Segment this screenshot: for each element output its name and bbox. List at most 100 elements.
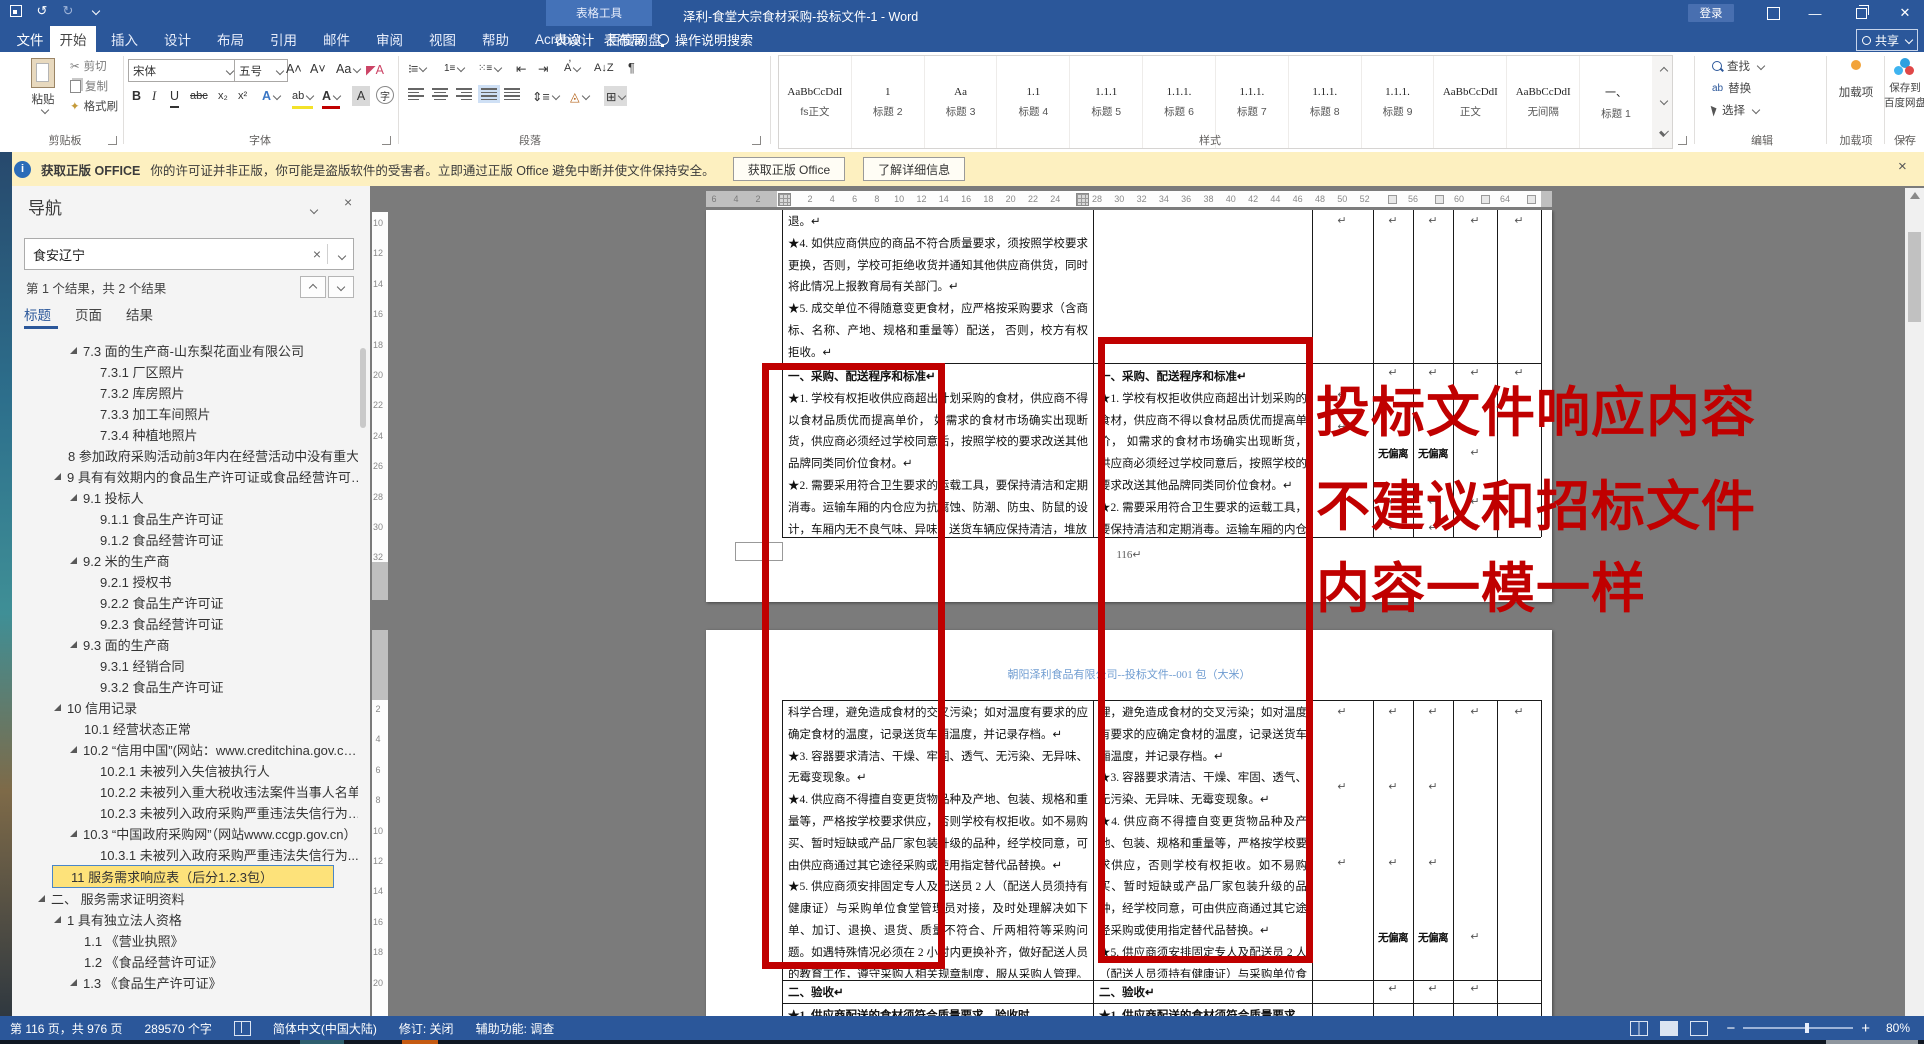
nav-item[interactable]: 9.3.1 经销合同 bbox=[12, 655, 358, 676]
nav-item[interactable]: 1.1 《营业执照》 bbox=[12, 930, 358, 951]
increase-indent-button[interactable]: ⇥ bbox=[538, 58, 548, 78]
nav-item[interactable]: 11 服务需求响应表（后分1.2.3包） bbox=[52, 865, 334, 888]
document-scrollbar[interactable] bbox=[1905, 188, 1924, 1016]
nav-item[interactable]: 9 具有有效期内的食品生产许可证或食品经营许可… bbox=[12, 466, 358, 487]
nav-tab-pages[interactable]: 页面 bbox=[75, 304, 102, 324]
tab-file[interactable]: 文件 bbox=[8, 26, 52, 52]
multilevel-list-button[interactable]: ⁙≡ bbox=[478, 58, 503, 78]
tab-帮助[interactable]: 帮助 bbox=[469, 26, 522, 52]
tell-me-search[interactable]: 操作说明搜索 bbox=[658, 26, 753, 52]
nav-scrollbar[interactable] bbox=[358, 340, 368, 1016]
expand-triangle-icon[interactable] bbox=[70, 494, 77, 501]
accessibility-indicator[interactable]: 辅助功能: 调查 bbox=[476, 1020, 555, 1037]
decrease-indent-button[interactable]: ⇤ bbox=[516, 58, 526, 78]
expand-triangle-icon[interactable] bbox=[54, 916, 61, 923]
bullets-button[interactable]: ⁝≡ bbox=[408, 58, 428, 78]
align-right-button[interactable] bbox=[456, 88, 472, 100]
nav-item[interactable]: 9.1 投标人 bbox=[12, 487, 358, 508]
nav-item[interactable]: 10.2.3 未被列入政府采购严重违法失信行为… bbox=[12, 802, 358, 823]
nav-item[interactable]: 7.3 面的生产商-山东梨花面业有限公司 bbox=[12, 340, 358, 361]
tab-布局[interactable]: 布局 bbox=[204, 26, 257, 52]
restore-icon[interactable] bbox=[1844, 0, 1878, 26]
nav-item[interactable]: 10.2 “信用中国”(网站：www.creditchina.gov.c… bbox=[12, 739, 358, 760]
tab-视图[interactable]: 视图 bbox=[416, 26, 469, 52]
line-spacing-button[interactable]: ⇕≡ bbox=[532, 86, 561, 106]
web-layout-icon[interactable] bbox=[1690, 1020, 1709, 1036]
expand-triangle-icon[interactable] bbox=[54, 473, 61, 480]
track-changes-indicator[interactable]: 修订: 关闭 bbox=[399, 1020, 454, 1037]
style-item[interactable]: 1.1.1. 标题 9 bbox=[1362, 56, 1435, 148]
font-size-combo[interactable]: 五号 bbox=[234, 59, 288, 82]
select-button[interactable]: 选择 bbox=[1710, 102, 1761, 118]
undo-icon[interactable]: ↺ bbox=[34, 3, 50, 19]
cell-requirements-upper[interactable]: 退。↵ ★4. 如供应商供应的商品不符合质量要求，须按照学校要求更换，否则，学校可… bbox=[788, 212, 1088, 361]
find-button[interactable]: 查找 bbox=[1712, 58, 1766, 74]
read-mode-icon[interactable] bbox=[1630, 1020, 1649, 1036]
nav-item[interactable]: 1.3 《食品生产许可证》 bbox=[12, 972, 358, 993]
font-color-button[interactable]: A bbox=[322, 86, 342, 109]
superscript-button[interactable]: x² bbox=[238, 86, 247, 106]
show-marks-button[interactable]: ¶ bbox=[628, 58, 635, 78]
get-genuine-office-button[interactable]: 获取正版 Office bbox=[732, 157, 846, 181]
nav-item[interactable]: 10 信用记录 bbox=[12, 697, 358, 718]
ribbon-display-options-icon[interactable] bbox=[1756, 0, 1790, 26]
table-column-marker-icon[interactable] bbox=[1076, 193, 1089, 206]
search-clear-icon[interactable]: × bbox=[307, 246, 327, 262]
redo-icon[interactable]: ↻ bbox=[60, 3, 76, 19]
zoom-level[interactable]: 80% bbox=[1886, 1021, 1910, 1035]
nav-item[interactable]: 7.3.2 库房照片 bbox=[12, 382, 358, 403]
search-input[interactable]: 食安辽宁 × bbox=[24, 238, 354, 270]
align-left-button[interactable] bbox=[408, 88, 424, 100]
addins-button[interactable]: 加载项 bbox=[1834, 60, 1878, 100]
style-item[interactable]: AaBbCcDdI fs正文 bbox=[779, 56, 852, 148]
search-options-chevron-icon[interactable] bbox=[328, 247, 353, 262]
column-marker-icon[interactable] bbox=[1435, 195, 1444, 204]
paragraph-dialog-launcher-icon[interactable] bbox=[752, 136, 761, 145]
minimize-icon[interactable]: — bbox=[1798, 0, 1832, 26]
nav-item[interactable]: 10.1 经营状态正常 bbox=[12, 718, 358, 739]
close-icon[interactable]: ✕ bbox=[1888, 0, 1922, 26]
enclose-characters-button[interactable]: 字 bbox=[376, 86, 394, 104]
sort-button[interactable]: A↓Z bbox=[594, 58, 614, 78]
style-item[interactable]: AaBbCcDdI 无间隔 bbox=[1507, 56, 1581, 148]
clipboard-dialog-launcher-icon[interactable] bbox=[108, 136, 117, 145]
italic-button[interactable]: I bbox=[152, 86, 156, 106]
nav-item[interactable]: 1.2 《食品经营许可证》 bbox=[12, 951, 358, 972]
style-item[interactable]: 一、 标题 1 bbox=[1580, 56, 1653, 148]
page-indicator[interactable]: 第 116 页，共 976 页 bbox=[10, 1020, 123, 1037]
bold-button[interactable]: B bbox=[132, 86, 141, 106]
nav-item[interactable]: 10.3.1 未被列入政府采购严重违法失信行为... bbox=[12, 844, 358, 865]
cell-section-acceptance[interactable]: 二、验收↵ bbox=[1099, 983, 1307, 1002]
distribute-button[interactable] bbox=[504, 88, 520, 100]
cell-section-acceptance[interactable]: 二、验收↵ bbox=[788, 983, 1088, 1002]
grow-font-button[interactable]: A˄ bbox=[286, 59, 302, 79]
style-item[interactable]: 1.1.1 标题 5 bbox=[1070, 56, 1144, 148]
cut-button[interactable]: ✂ 剪切 bbox=[70, 58, 107, 74]
nav-item[interactable]: 9.3 面的生产商 bbox=[12, 634, 358, 655]
nav-item[interactable]: 9.2.2 食品生产许可证 bbox=[12, 592, 358, 613]
numbering-button[interactable]: 1≡ bbox=[444, 58, 466, 78]
nav-item[interactable]: 1 具有独立法人资格 bbox=[12, 909, 358, 930]
nav-item[interactable]: 8 参加政府采购活动前3年内在经营活动中没有重大… bbox=[12, 445, 358, 466]
format-painter-button[interactable]: ✦ 格式刷 bbox=[70, 98, 118, 114]
tab-审阅[interactable]: 审阅 bbox=[363, 26, 416, 52]
nav-tab-headings[interactable]: 标题 bbox=[24, 304, 51, 324]
tab-table-design[interactable]: 表设计 bbox=[550, 26, 598, 52]
expand-triangle-icon[interactable] bbox=[70, 557, 77, 564]
table-adjuster-icon[interactable] bbox=[778, 193, 791, 206]
next-result-button[interactable] bbox=[328, 276, 354, 298]
cell-clipped-row[interactable]: ★1. 供应商配送的食材须符合质量要求，验收时…… bbox=[788, 1006, 1088, 1016]
share-button[interactable]: 共享 bbox=[1856, 29, 1918, 51]
zoom-out-icon[interactable]: − bbox=[1726, 1020, 1735, 1037]
column-marker-icon[interactable] bbox=[1481, 195, 1490, 204]
align-center-button[interactable] bbox=[432, 88, 448, 100]
language-indicator[interactable]: 简体中文(中国大陆) bbox=[273, 1020, 377, 1037]
expand-triangle-icon[interactable] bbox=[54, 704, 61, 711]
expand-triangle-icon[interactable] bbox=[70, 347, 77, 354]
style-item[interactable]: AaBbCcDdI 正文 bbox=[1434, 56, 1508, 148]
tab-邮件[interactable]: 邮件 bbox=[310, 26, 363, 52]
license-bar-close-icon[interactable]: × bbox=[1898, 158, 1907, 175]
text-effects-button[interactable]: A bbox=[262, 86, 282, 106]
zoom-slider-thumb[interactable] bbox=[1805, 1023, 1810, 1033]
expand-triangle-icon[interactable] bbox=[70, 979, 77, 986]
